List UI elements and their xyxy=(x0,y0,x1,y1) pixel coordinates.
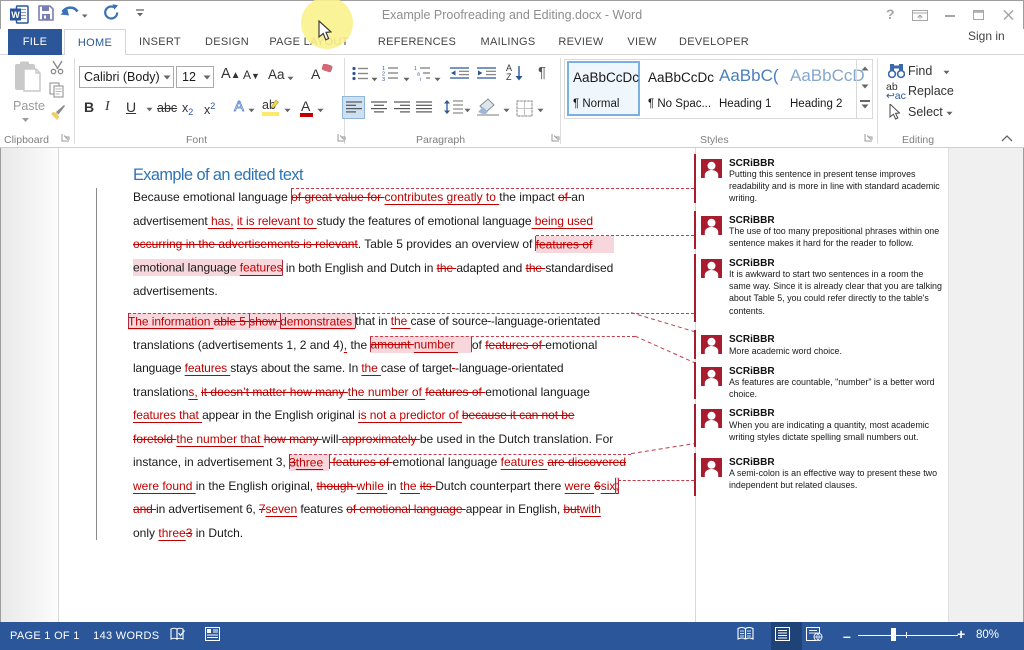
svg-text:3: 3 xyxy=(382,77,385,81)
svg-text:i: i xyxy=(420,77,421,81)
